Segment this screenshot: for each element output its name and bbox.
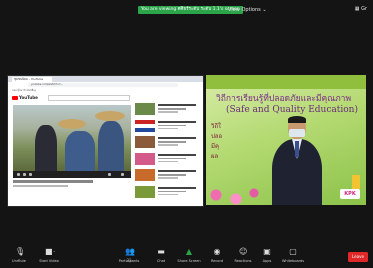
recommended-line (158, 141, 186, 143)
record-icon: ◉ (213, 247, 221, 256)
reactions-icon: ☺ (239, 247, 248, 256)
youtube-logo[interactable]: YouTube (12, 95, 38, 100)
banner-bullet: วิถีใ (211, 123, 221, 130)
youtube-header: YouTube (8, 93, 203, 101)
recommended-video[interactable] (135, 119, 199, 136)
recommended-line (158, 177, 178, 179)
recommended-thumbnail (135, 136, 155, 148)
gallery-view-button[interactable]: ▦ Gr (355, 6, 367, 12)
video-figure (98, 121, 124, 171)
chat-label: Chat (156, 259, 166, 263)
play-icon[interactable] (17, 173, 20, 176)
video-meta (13, 185, 68, 187)
participants-label: Participants (118, 259, 140, 263)
recommended-line (158, 153, 196, 156)
recommended-line (158, 104, 196, 106)
recommended-line (158, 144, 178, 146)
next-icon[interactable] (23, 173, 26, 176)
video-player[interactable] (13, 105, 131, 171)
chat-button[interactable]: ▬ Chat (146, 247, 176, 264)
flower-decoration (206, 175, 266, 205)
recommended-video[interactable] (135, 152, 199, 169)
youtube-play-icon (12, 96, 18, 100)
recommended-thumbnail (135, 103, 155, 115)
unmute-label: Unmute (12, 259, 26, 263)
recommended-line (158, 157, 186, 159)
recommended-line (158, 186, 196, 189)
shared-screen-tile[interactable]: ชุมชนนิยม - YouTube youtube.com/watch?v=… (7, 75, 204, 207)
video-figure (35, 125, 57, 171)
organization-logo: KPK (340, 189, 360, 199)
chat-icon: ▬ (157, 247, 165, 256)
recommended-thumbnail (135, 152, 155, 165)
decorative-sash (352, 175, 360, 189)
recommended-line (158, 108, 186, 110)
banner-subtitle: (Safe and Quality Education) (226, 105, 358, 115)
recommended-video[interactable] (135, 169, 199, 185)
recommended-line (158, 190, 186, 192)
start-video-label: Start Video (39, 259, 59, 263)
recommended-line (158, 120, 196, 123)
youtube-search-input[interactable] (48, 95, 130, 101)
whiteboards-button[interactable]: ▢ Whiteboards (278, 247, 308, 264)
video-figure (65, 131, 95, 171)
presenter-tie (295, 141, 299, 157)
recommended-line (158, 193, 178, 195)
recommended-video[interactable] (135, 185, 199, 202)
recommended-line (158, 111, 178, 113)
recommended-video[interactable] (135, 103, 199, 119)
banner-bullet: ปลอ (211, 133, 223, 140)
banner-bullet: มีคุ (211, 143, 219, 150)
apps-icon: ▣ (263, 247, 271, 256)
participants-icon: 👥33 (125, 247, 135, 264)
recommended-line (158, 170, 196, 172)
presenter-hair (288, 116, 306, 123)
share-screen-button[interactable]: ▲ Share Screen (174, 247, 204, 264)
whiteboard-icon: ▢ (289, 247, 297, 256)
share-screen-label: Share Screen (177, 259, 201, 263)
recommended-thumbnail (135, 169, 155, 181)
banner-header-strip (206, 75, 366, 89)
participants-button[interactable]: 👥33 Participants (114, 247, 144, 264)
video-title (13, 180, 93, 183)
recommended-line (158, 127, 178, 129)
url-field[interactable]: youtube.com/watch?v=... (28, 83, 178, 87)
presenter (272, 116, 322, 205)
video-hat (95, 111, 125, 121)
face-mask (289, 129, 305, 137)
video-hat (58, 119, 86, 129)
recommended-line (158, 124, 186, 126)
settings-icon[interactable] (108, 173, 111, 176)
microphone-icon: 🎙⌃ (15, 247, 26, 264)
meeting-toolbar: 🎙⌃ Unmute ■⌃ Start Video 👥33 Participant… (0, 246, 373, 268)
view-options-button[interactable]: View Options ⌄ (228, 6, 267, 14)
unmute-button[interactable]: 🎙⌃ Unmute (4, 247, 34, 264)
video-controls[interactable] (13, 171, 131, 178)
volume-icon[interactable] (29, 173, 32, 176)
recommended-line (158, 174, 186, 176)
recommended-thumbnail (135, 119, 155, 132)
recommended-line (158, 160, 178, 162)
meeting-top-bar: You are viewing ศศิธร์ระดับ ระดับ 1.1's … (0, 0, 373, 16)
video-camera-icon: ■⌃ (45, 247, 56, 256)
banner-bullet: ผล (211, 153, 219, 160)
start-video-button[interactable]: ■⌃ Start Video (34, 247, 64, 264)
leave-button[interactable]: Leave (348, 252, 368, 262)
banner-title: วิถีการเรียนรู้ที่ปลอดภัยและมีคุณภาพ (216, 94, 352, 104)
youtube-logo-text: YouTube (19, 95, 38, 100)
recommendations-list (135, 103, 199, 202)
recommended-line (158, 137, 196, 139)
recommended-thumbnail (135, 185, 155, 198)
presenter-video-tile[interactable]: วิถีการเรียนรู้ที่ปลอดภัยและมีคุณภาพ (Sa… (206, 75, 366, 205)
whiteboards-label: Whiteboards (281, 259, 305, 263)
share-screen-icon: ▲ (185, 247, 193, 256)
fullscreen-icon[interactable] (121, 173, 124, 176)
recommended-video[interactable] (135, 136, 199, 152)
